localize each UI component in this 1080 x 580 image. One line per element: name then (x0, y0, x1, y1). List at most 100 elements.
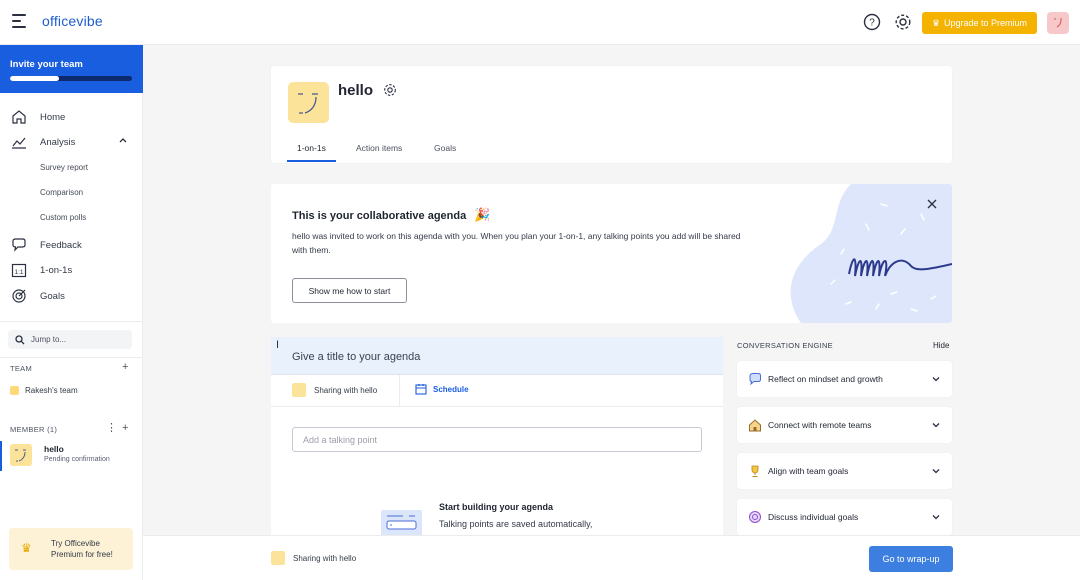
go-to-wrap-up-button[interactable]: Go to wrap-up (869, 546, 953, 572)
home-icon (10, 108, 28, 126)
active-tab-indicator (287, 160, 336, 162)
sidebar: Invite your team Home Analysis Survey re… (0, 45, 143, 580)
sidebar-item-analysis[interactable]: Analysis (10, 133, 75, 151)
sidebar-item-label: Goals (40, 290, 65, 302)
conversation-card-team-goals[interactable]: Align with team goals (737, 453, 952, 489)
upgrade-premium-button[interactable]: ♛ Upgrade to Premium (922, 12, 1037, 34)
agenda-illustration (381, 510, 422, 537)
sidebar-sub-custom-polls[interactable]: Custom polls (40, 213, 86, 222)
add-member-plus-icon[interactable]: + (122, 422, 128, 434)
member-name: hello (44, 444, 64, 454)
invite-team-banner[interactable]: Invite your team (0, 45, 143, 93)
feedback-icon (10, 236, 28, 254)
profile-settings-gear-icon[interactable] (383, 83, 397, 97)
agenda-title-field[interactable]: Give a title to your agenda (271, 337, 723, 375)
conversation-card-label: Reflect on mindset and growth (768, 374, 883, 384)
sharing-label: Sharing with hello (314, 385, 378, 395)
member-status: Pending confirmation (44, 456, 110, 463)
collaborative-agenda-banner: This is your collaborative agenda 🎉 hell… (271, 184, 952, 323)
target-icon (748, 510, 762, 524)
chat-icon (748, 372, 762, 386)
member-mini-avatar (292, 383, 306, 397)
member-avatar (10, 444, 32, 466)
banner-illustration (790, 184, 952, 323)
svg-text:1:1: 1:1 (14, 269, 23, 276)
banner-title-text: This is your collaborative agenda (292, 210, 467, 222)
app-logo[interactable]: officevibe (42, 13, 103, 29)
conversation-card-label: Align with team goals (768, 466, 849, 476)
sidebar-item-label: Home (40, 111, 66, 123)
sidebar-item-goals[interactable]: Goals (10, 287, 65, 305)
footer-sharing-button[interactable]: Sharing with hello (271, 551, 356, 565)
conversation-card-individual-goals[interactable]: Discuss individual goals (737, 499, 952, 535)
text-cursor-icon: I (276, 339, 280, 351)
schedule-button[interactable]: Schedule (415, 383, 469, 395)
sidebar-item-home[interactable]: Home (10, 108, 65, 126)
calendar-icon (415, 384, 427, 395)
chevron-up-icon[interactable] (118, 135, 128, 145)
party-popper-icon: 🎉 (474, 207, 491, 222)
tab-action-items[interactable]: Action items (356, 143, 402, 153)
tab-goals[interactable]: Goals (434, 143, 456, 153)
sidebar-divider (0, 357, 143, 358)
tab-1-on-1s[interactable]: 1-on-1s (297, 143, 326, 153)
jump-to-search[interactable]: Jump to... (8, 330, 132, 349)
user-avatar[interactable] (1047, 12, 1069, 34)
top-bar: officevibe ? ♛ Upgrade to Premium (0, 0, 1080, 45)
banner-body: hello was invited to work on this agenda… (292, 231, 741, 255)
schedule-label: Schedule (433, 384, 469, 394)
avatar-face-icon (15, 449, 26, 462)
member-item[interactable]: hello Pending confirmation (0, 441, 143, 471)
invite-label: Invite your team (10, 59, 83, 70)
settings-gear-icon[interactable] (894, 13, 912, 31)
sidebar-sub-survey-report[interactable]: Survey report (40, 163, 88, 172)
show-me-how-button[interactable]: Show me how to start (292, 278, 407, 303)
sidebar-item-label: 1-on-1s (40, 264, 73, 276)
house-icon (748, 418, 762, 432)
help-icon[interactable]: ? (863, 13, 881, 31)
conversation-card-label: Discuss individual goals (768, 512, 859, 522)
conversation-card-remote-teams[interactable]: Connect with remote teams (737, 407, 952, 443)
banner-title: This is your collaborative agenda 🎉 (292, 207, 490, 223)
sidebar-item-label: Feedback (40, 239, 82, 251)
team-item[interactable]: Rakesh's team (10, 386, 78, 395)
try-premium-card[interactable]: ♛ Try Officevibe Premium for free! (9, 528, 133, 570)
jump-placeholder: Jump to... (31, 335, 67, 344)
invite-progress-bar (10, 76, 132, 81)
avatar-face-icon (298, 93, 318, 114)
sidebar-item-feedback[interactable]: Feedback (10, 236, 82, 254)
team-name: Rakesh's team (25, 386, 78, 395)
profile-header-card: hello 1-on-1s Action items Goals (271, 66, 952, 163)
sidebar-item-1-on-1s[interactable]: 1:1 1-on-1s (10, 261, 72, 279)
one-on-one-icon: 1:1 (10, 261, 28, 279)
goals-icon (10, 287, 28, 305)
chevron-down-icon (932, 469, 940, 474)
agenda-panel: Give a title to your agenda Sharing with… (271, 337, 723, 537)
menu-icon[interactable] (12, 14, 28, 28)
member-section-label: MEMBER (1) (10, 425, 58, 434)
agenda-share-row: Sharing with hello Schedule (271, 375, 723, 407)
chevron-down-icon (932, 377, 940, 382)
empty-state-body: Talking points are saved automatically, (439, 519, 593, 529)
profile-name: hello (338, 82, 374, 99)
footer-bar: Sharing with hello Go to wrap-up (143, 535, 1080, 580)
crown-icon: ♛ (21, 541, 32, 555)
conversation-engine-heading: CONVERSATION ENGINE (737, 341, 833, 350)
premium-text: Try Officevibe Premium for free! (51, 539, 113, 559)
sharing-with-button[interactable]: Sharing with hello (292, 383, 377, 397)
trophy-icon (748, 464, 762, 478)
add-team-plus-icon[interactable]: + (122, 361, 128, 373)
analysis-icon (10, 133, 28, 151)
sidebar-sub-comparison[interactable]: Comparison (40, 188, 83, 197)
talking-point-input[interactable]: Add a talking point (292, 427, 702, 452)
profile-avatar (288, 82, 329, 123)
upgrade-label: Upgrade to Premium (944, 18, 1028, 28)
avatar-face-icon (1054, 18, 1062, 28)
conversation-card-label: Connect with remote teams (768, 420, 872, 430)
sidebar-item-label: Analysis (40, 136, 76, 148)
member-more-icon[interactable]: ⋮ (106, 421, 117, 434)
sidebar-divider (0, 321, 143, 322)
close-icon[interactable] (926, 198, 938, 210)
conversation-card-mindset[interactable]: Reflect on mindset and growth (737, 361, 952, 397)
hide-button[interactable]: Hide (933, 341, 949, 350)
